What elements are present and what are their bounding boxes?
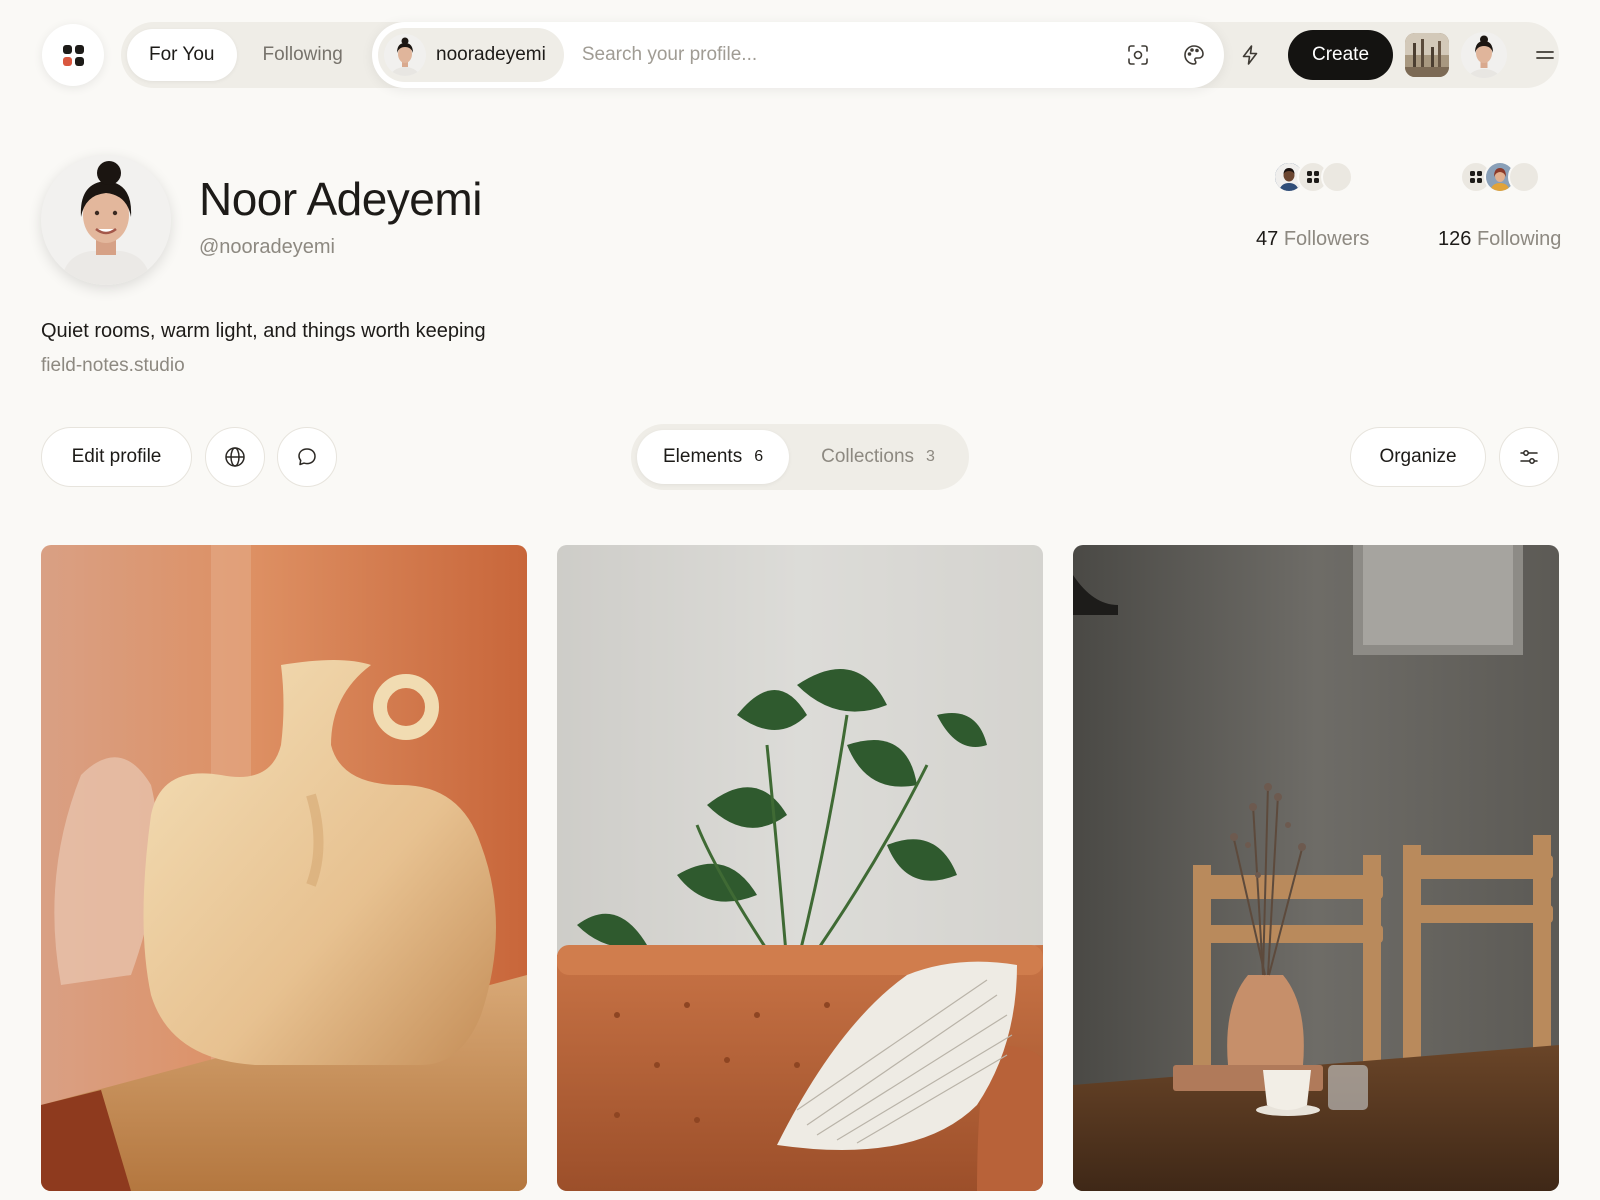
recent-item-thumbnail[interactable] bbox=[1405, 33, 1450, 77]
dining-photo bbox=[1073, 545, 1559, 1191]
tab-elements[interactable]: Elements 6 bbox=[637, 430, 790, 484]
following-stat[interactable]: 126 Following bbox=[1438, 160, 1561, 251]
tab-elements-label: Elements bbox=[663, 446, 743, 467]
followers-count: 47 bbox=[1256, 228, 1279, 250]
chat-bubble-icon bbox=[298, 448, 316, 466]
element-card-sofa[interactable] bbox=[557, 545, 1043, 1191]
element-card-vase[interactable] bbox=[41, 545, 527, 1191]
bolt-icon[interactable] bbox=[1230, 35, 1270, 75]
tab-collections[interactable]: Collections 3 bbox=[795, 430, 961, 484]
followers-label: Followers bbox=[1283, 228, 1370, 250]
following-avatar-stack bbox=[1459, 160, 1540, 194]
tab-elements-count: 6 bbox=[754, 448, 764, 465]
menu-icon[interactable] bbox=[1525, 35, 1565, 75]
vase-photo bbox=[41, 545, 527, 1191]
scan-icon[interactable] bbox=[1118, 35, 1158, 75]
tab-following[interactable]: Following bbox=[241, 29, 365, 81]
palette-icon[interactable] bbox=[1174, 35, 1214, 75]
edit-profile-button[interactable]: Edit profile bbox=[41, 427, 192, 487]
followers-avatar-stack bbox=[1272, 160, 1353, 194]
account-avatar[interactable] bbox=[1461, 32, 1508, 78]
followers-stat[interactable]: 47 Followers bbox=[1256, 160, 1369, 251]
sliders-icon bbox=[1520, 450, 1538, 464]
globe-icon bbox=[225, 447, 245, 467]
app-logo-icon bbox=[62, 44, 84, 66]
profile-website-link[interactable]: field-notes.studio bbox=[41, 355, 185, 377]
tab-collections-count: 3 bbox=[926, 448, 935, 465]
filter-button[interactable] bbox=[1499, 427, 1559, 487]
tab-collections-label: Collections bbox=[821, 446, 915, 467]
following-count: 126 bbox=[1438, 228, 1472, 250]
follower-placeholder-avatar bbox=[1320, 161, 1353, 193]
element-card-dining[interactable] bbox=[1073, 545, 1559, 1191]
profile-name: Noor Adeyemi bbox=[199, 173, 482, 225]
profile-bio: Quiet rooms, warm light, and things wort… bbox=[41, 320, 486, 342]
organize-button[interactable]: Organize bbox=[1350, 427, 1486, 487]
tab-for-you[interactable]: For You bbox=[127, 29, 237, 81]
organize-label: Organize bbox=[1379, 446, 1457, 467]
profile-avatar bbox=[41, 155, 171, 285]
search-input[interactable] bbox=[581, 44, 1082, 66]
content-type-switcher: Elements 6 Collections 3 bbox=[631, 424, 969, 490]
create-button[interactable]: Create bbox=[1288, 30, 1394, 80]
sofa-photo bbox=[557, 545, 1043, 1191]
website-button[interactable] bbox=[205, 427, 265, 487]
user-chip-avatar bbox=[384, 34, 426, 76]
user-chip-name: nooradeyemi bbox=[436, 44, 546, 65]
tab-following-label: Following bbox=[262, 44, 343, 65]
tab-for-you-label: For You bbox=[149, 44, 215, 65]
following-placeholder-avatar bbox=[1507, 161, 1540, 193]
edit-profile-label: Edit profile bbox=[71, 446, 162, 467]
profile-search-bar: nooradeyemi bbox=[372, 22, 1224, 88]
home-logo-button[interactable] bbox=[42, 24, 104, 86]
profile-handle: @nooradeyemi bbox=[199, 236, 335, 258]
message-button[interactable] bbox=[277, 427, 337, 487]
topbar-right-actions: Create bbox=[1224, 22, 1565, 88]
current-user-chip[interactable]: nooradeyemi bbox=[378, 28, 564, 82]
following-label: Following bbox=[1476, 228, 1562, 250]
